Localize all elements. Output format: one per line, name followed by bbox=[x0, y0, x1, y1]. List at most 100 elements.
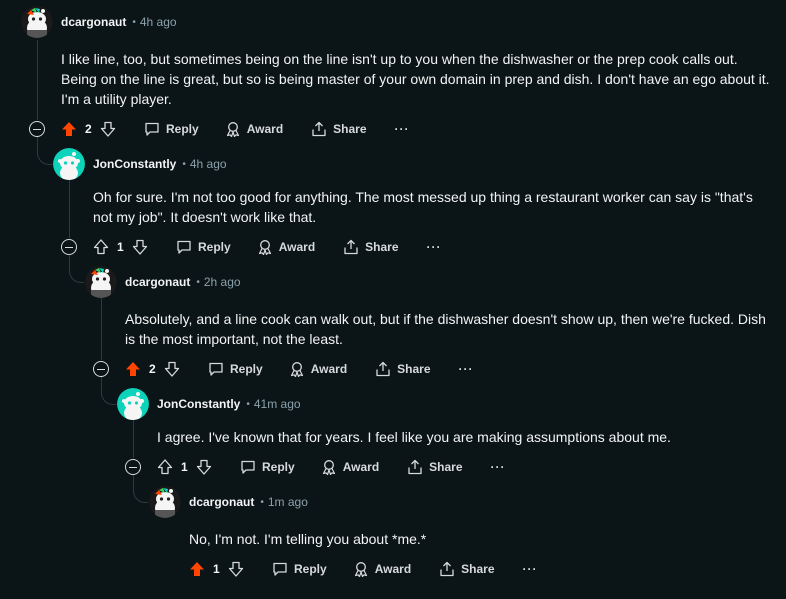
award-icon bbox=[226, 122, 239, 137]
reply-icon bbox=[177, 240, 191, 254]
vote-score: 2 bbox=[149, 362, 156, 376]
collapse-button[interactable] bbox=[125, 459, 141, 475]
timestamp[interactable]: 4h ago bbox=[190, 157, 227, 171]
comment-meta: JonConstantly • 41m ago bbox=[117, 388, 301, 420]
thread-line bbox=[133, 420, 134, 458]
comment-meta: dcargonaut • 1m ago bbox=[149, 486, 308, 518]
upvote-icon[interactable] bbox=[61, 121, 77, 137]
reply-button[interactable]: Reply bbox=[176, 239, 231, 255]
comment-body: I like line, too, but sometimes being on… bbox=[61, 51, 770, 107]
share-button[interactable]: Share bbox=[375, 361, 431, 377]
vote-score: 2 bbox=[85, 122, 92, 136]
vote-score: 1 bbox=[213, 562, 220, 576]
avatar[interactable] bbox=[21, 6, 53, 38]
share-icon bbox=[312, 121, 326, 137]
comment-actions: 1 Reply Award Share ··· bbox=[61, 234, 442, 260]
reply-icon bbox=[241, 460, 255, 474]
share-icon bbox=[408, 459, 422, 475]
award-button[interactable]: Award bbox=[225, 121, 283, 137]
share-button[interactable]: Share bbox=[439, 561, 495, 577]
vote-controls: 1 bbox=[93, 239, 148, 255]
more-options-button[interactable]: ··· bbox=[427, 240, 442, 254]
share-button[interactable]: Share bbox=[311, 121, 367, 137]
username[interactable]: JonConstantly bbox=[93, 157, 176, 171]
reply-button[interactable]: Reply bbox=[240, 459, 295, 475]
vote-controls: 1 bbox=[189, 561, 244, 577]
comment-actions: 1 Reply Award Share ··· bbox=[173, 556, 538, 582]
award-button[interactable]: Award bbox=[321, 459, 379, 475]
reply-button[interactable]: Reply bbox=[272, 561, 327, 577]
collapse-button[interactable] bbox=[29, 121, 45, 137]
share-button[interactable]: Share bbox=[407, 459, 463, 475]
timestamp[interactable]: 41m ago bbox=[254, 397, 301, 411]
vote-controls: 1 bbox=[157, 459, 212, 475]
snoo-avatar-icon bbox=[53, 148, 85, 180]
share-icon bbox=[440, 561, 454, 577]
reply-button[interactable]: Reply bbox=[208, 361, 263, 377]
snoo-avatar-icon bbox=[149, 486, 181, 518]
avatar[interactable] bbox=[53, 148, 85, 180]
reply-button[interactable]: Reply bbox=[144, 121, 199, 137]
downvote-icon[interactable] bbox=[164, 361, 180, 377]
username[interactable]: dcargonaut bbox=[61, 15, 126, 29]
separator-dot: • bbox=[246, 398, 250, 410]
username[interactable]: JonConstantly bbox=[157, 397, 240, 411]
reply-icon bbox=[273, 562, 287, 576]
avatar[interactable] bbox=[149, 486, 181, 518]
downvote-icon[interactable] bbox=[196, 459, 212, 475]
more-options-button[interactable]: ··· bbox=[395, 122, 410, 136]
comment-body: No, I'm not. I'm telling you about *me.* bbox=[189, 531, 427, 547]
award-button[interactable]: Award bbox=[257, 239, 315, 255]
award-icon bbox=[354, 562, 367, 577]
award-button[interactable]: Award bbox=[289, 361, 347, 377]
upvote-icon[interactable] bbox=[157, 459, 173, 475]
snoo-avatar-icon bbox=[85, 266, 117, 298]
more-options-button[interactable]: ··· bbox=[459, 362, 474, 376]
downvote-icon[interactable] bbox=[100, 121, 116, 137]
separator-dot: • bbox=[182, 158, 186, 170]
comment-body: Oh for sure. I'm not too good for anythi… bbox=[93, 189, 753, 225]
more-options-button[interactable]: ··· bbox=[523, 562, 538, 576]
share-button[interactable]: Share bbox=[343, 239, 399, 255]
award-icon bbox=[322, 460, 335, 475]
timestamp[interactable]: 2h ago bbox=[204, 275, 241, 289]
reply-icon bbox=[145, 122, 159, 136]
username[interactable]: dcargonaut bbox=[189, 495, 254, 509]
more-options-button[interactable]: ··· bbox=[491, 460, 506, 474]
comment-actions: 2 Reply Award Share ··· bbox=[29, 116, 410, 142]
award-icon bbox=[290, 362, 303, 377]
avatar[interactable] bbox=[85, 266, 117, 298]
collapse-button[interactable] bbox=[61, 239, 77, 255]
award-icon bbox=[258, 240, 271, 255]
timestamp[interactable]: 1m ago bbox=[268, 495, 308, 509]
comment-body: I agree. I've known that for years. I fe… bbox=[157, 429, 671, 445]
comment-body: Absolutely, and a line cook can walk out… bbox=[125, 311, 766, 347]
thread-line bbox=[101, 298, 102, 360]
collapse-button[interactable] bbox=[93, 361, 109, 377]
downvote-icon[interactable] bbox=[228, 561, 244, 577]
vote-score: 1 bbox=[181, 460, 188, 474]
comment-actions: 2 Reply Award Share ··· bbox=[93, 356, 474, 382]
award-button[interactable]: Award bbox=[353, 561, 411, 577]
thread-line bbox=[37, 40, 38, 120]
comment-meta: dcargonaut • 2h ago bbox=[85, 266, 241, 298]
thread-line bbox=[69, 180, 70, 238]
avatar[interactable] bbox=[117, 388, 149, 420]
vote-score: 1 bbox=[117, 240, 124, 254]
share-icon bbox=[376, 361, 390, 377]
reply-icon bbox=[209, 362, 223, 376]
share-icon bbox=[344, 239, 358, 255]
separator-dot: • bbox=[196, 276, 200, 288]
comment-meta: JonConstantly • 4h ago bbox=[53, 148, 227, 180]
snoo-avatar-icon bbox=[117, 388, 149, 420]
vote-controls: 2 bbox=[61, 121, 116, 137]
separator-dot: • bbox=[132, 16, 136, 28]
comment-actions: 1 Reply Award Share ··· bbox=[125, 454, 506, 480]
downvote-icon[interactable] bbox=[132, 239, 148, 255]
upvote-icon[interactable] bbox=[189, 561, 205, 577]
timestamp[interactable]: 4h ago bbox=[140, 15, 177, 29]
upvote-icon[interactable] bbox=[93, 239, 109, 255]
username[interactable]: dcargonaut bbox=[125, 275, 190, 289]
separator-dot: • bbox=[260, 496, 264, 508]
upvote-icon[interactable] bbox=[125, 361, 141, 377]
